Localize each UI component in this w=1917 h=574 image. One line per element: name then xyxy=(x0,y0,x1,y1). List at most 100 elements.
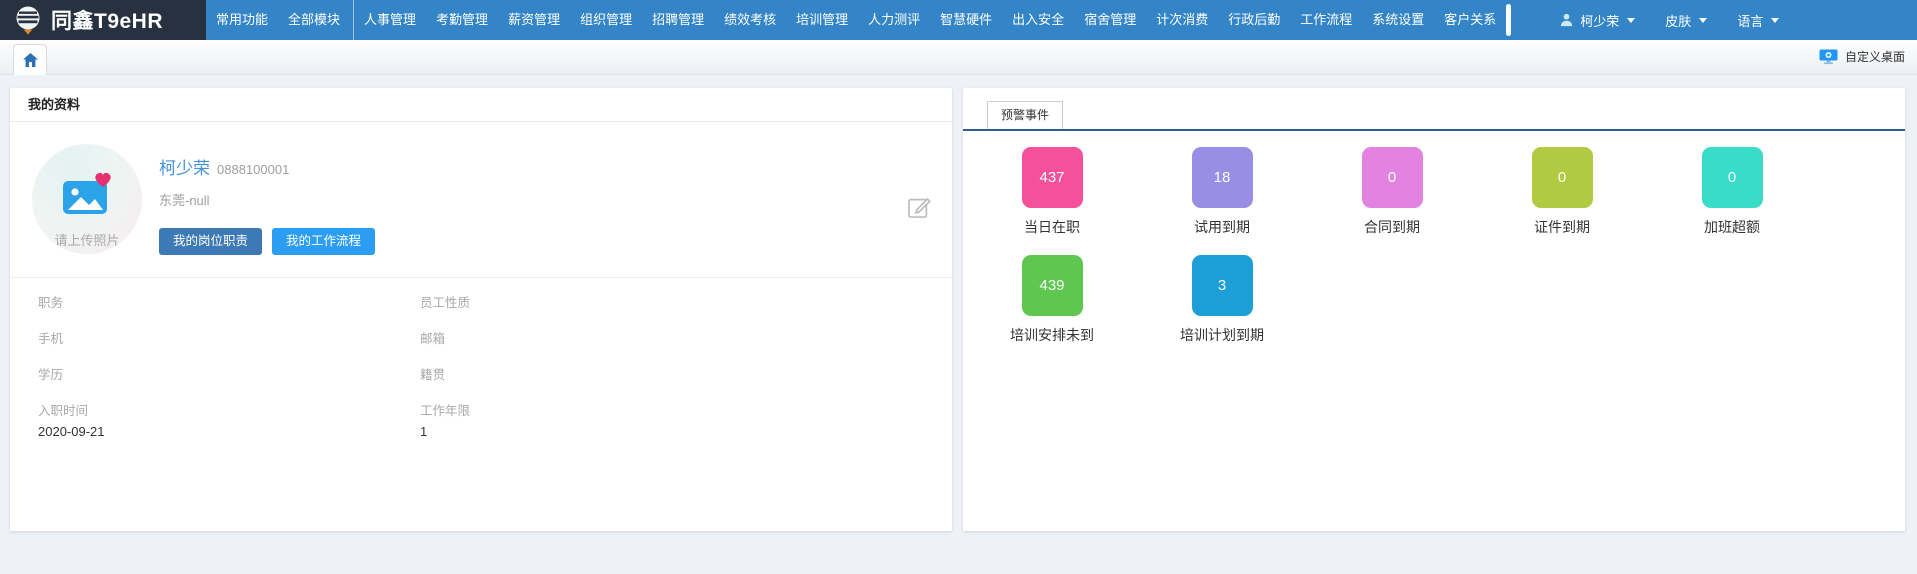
nav-right-section: 柯少荣 皮肤 语言 xyxy=(1506,0,1917,40)
profile-field: 籍贯 xyxy=(420,364,924,400)
user-menu[interactable]: 柯少荣 xyxy=(1559,11,1635,30)
field-value: 1 xyxy=(420,424,924,439)
profile-field: 手机 xyxy=(38,328,420,364)
alert-count-box[interactable]: 0 xyxy=(1362,147,1423,208)
language-menu[interactable]: 语言 xyxy=(1737,11,1779,30)
field-label: 工作年限 xyxy=(420,400,924,419)
nav-menu-item[interactable]: 培训管理 xyxy=(786,0,858,40)
employee-location: 东莞-null xyxy=(159,190,375,209)
alert-count: 0 xyxy=(1558,169,1566,186)
nav-menu-item[interactable]: 人事管理 xyxy=(353,0,426,40)
alert-tile-label: 证件到期 xyxy=(1477,217,1647,237)
nav-menu-item[interactable]: 常用功能 xyxy=(206,0,278,40)
alert-count: 18 xyxy=(1214,169,1231,186)
alert-tile-label: 当日在职 xyxy=(967,217,1137,237)
customize-desktop-label: 自定义桌面 xyxy=(1845,48,1905,65)
field-label: 籍贯 xyxy=(420,364,924,383)
alert-tile[interactable]: 437 当日在职 xyxy=(967,147,1137,255)
field-value xyxy=(420,316,924,318)
alert-count-box[interactable]: 0 xyxy=(1702,147,1763,208)
alert-tile-label: 加班超额 xyxy=(1647,217,1817,237)
desktop-monitor-icon xyxy=(1819,49,1838,65)
field-value xyxy=(420,352,924,354)
user-icon xyxy=(1559,12,1574,28)
photo-placeholder-icon xyxy=(59,171,115,217)
my-duty-button[interactable]: 我的岗位职责 xyxy=(159,228,262,255)
field-label: 职务 xyxy=(38,292,420,311)
alert-count-box[interactable]: 3 xyxy=(1192,255,1253,316)
nav-menu-item[interactable]: 计次消费 xyxy=(1146,0,1218,40)
alert-count-box[interactable]: 0 xyxy=(1532,147,1593,208)
alert-tiles-grid: 437 当日在职 18 试用到期 0 合同到期 xyxy=(963,131,1823,363)
alert-count: 0 xyxy=(1728,169,1736,186)
profile-field: 工作年限 1 xyxy=(420,400,924,439)
brand-title: 同鑫T9eHR xyxy=(51,5,163,35)
my-workflow-button[interactable]: 我的工作流程 xyxy=(272,228,375,255)
field-label: 手机 xyxy=(38,328,420,347)
skin-menu[interactable]: 皮肤 xyxy=(1665,11,1707,30)
alert-tile[interactable]: 439 培训安排未到 xyxy=(967,255,1137,363)
chevron-down-icon xyxy=(1699,18,1707,23)
alert-count-box[interactable]: 439 xyxy=(1022,255,1083,316)
alert-tile[interactable]: 0 证件到期 xyxy=(1477,147,1647,255)
customize-desktop-button[interactable]: 自定义桌面 xyxy=(1819,48,1905,65)
home-tab[interactable] xyxy=(13,44,47,75)
alert-tile-label: 试用到期 xyxy=(1137,217,1307,237)
alert-count: 0 xyxy=(1388,169,1396,186)
alert-count-box[interactable]: 18 xyxy=(1192,147,1253,208)
nav-menu-item[interactable]: 人力测评 xyxy=(858,0,930,40)
alert-tile[interactable]: 0 加班超额 xyxy=(1647,147,1817,255)
profile-field: 学历 xyxy=(38,364,420,400)
alert-count-box[interactable]: 437 xyxy=(1022,147,1083,208)
alert-tile-label: 合同到期 xyxy=(1307,217,1477,237)
nav-menu-item[interactable]: 工作流程 xyxy=(1290,0,1362,40)
alerts-card: 预警事件 437 当日在职 18 试用到期 xyxy=(963,88,1905,531)
alert-tile[interactable]: 3 培训计划到期 xyxy=(1137,255,1307,363)
nav-menu-item[interactable]: 系统设置 xyxy=(1362,0,1434,40)
alert-count: 439 xyxy=(1039,277,1064,294)
skin-label: 皮肤 xyxy=(1665,11,1691,30)
field-value: 2020-09-21 xyxy=(38,424,420,439)
nav-menu-item[interactable]: 考勤管理 xyxy=(426,0,498,40)
alert-tile[interactable]: 0 合同到期 xyxy=(1307,147,1477,255)
nav-scrollbar-thumb[interactable] xyxy=(1506,4,1511,36)
nav-menu-item[interactable]: 行政后勤 xyxy=(1218,0,1290,40)
profile-info: 柯少荣 0888100001 东莞-null 我的岗位职责 我的工作流程 xyxy=(159,144,375,255)
user-name: 柯少荣 xyxy=(1580,11,1619,30)
profile-card-title: 我的资料 xyxy=(10,88,952,122)
employee-id: 0888100001 xyxy=(217,162,289,177)
alert-count: 437 xyxy=(1039,169,1064,186)
nav-menu-item[interactable]: 绩效考核 xyxy=(714,0,786,40)
field-label: 邮箱 xyxy=(420,328,924,347)
nav-menu-item[interactable]: 薪资管理 xyxy=(498,0,570,40)
profile-field: 员工性质 xyxy=(420,292,924,328)
nav-menu-item[interactable]: 全部模块 xyxy=(278,0,350,40)
field-value xyxy=(38,388,420,390)
nav-menu-item[interactable]: 组织管理 xyxy=(570,0,642,40)
nav-menu-item[interactable]: 出入安全 xyxy=(1002,0,1074,40)
profile-summary-row: 请上传照片 柯少荣 0888100001 东莞-null 我的岗位职责 我的工作… xyxy=(10,122,952,255)
nav-menu-item[interactable]: 宿舍管理 xyxy=(1074,0,1146,40)
nav-menu-item[interactable]: 招聘管理 xyxy=(642,0,714,40)
alert-tile[interactable]: 18 试用到期 xyxy=(1137,147,1307,255)
field-label: 学历 xyxy=(38,364,420,383)
profile-field: 入职时间 2020-09-21 xyxy=(38,400,420,439)
field-value xyxy=(38,352,420,354)
field-value xyxy=(38,316,420,318)
edit-profile-icon[interactable] xyxy=(905,194,932,226)
chevron-down-icon xyxy=(1627,18,1635,23)
field-label: 员工性质 xyxy=(420,292,924,311)
brand-logo[interactable]: 同鑫T9eHR xyxy=(0,0,206,40)
tab-strip-bar: 自定义桌面 xyxy=(0,40,1917,75)
alert-count: 3 xyxy=(1218,277,1226,294)
nav-menu-item[interactable]: 客户关系 xyxy=(1434,0,1506,40)
chevron-down-icon xyxy=(1771,18,1779,23)
tab-warning-events[interactable]: 预警事件 xyxy=(987,101,1063,129)
field-label: 入职时间 xyxy=(38,400,420,419)
main-content: 我的资料 请上传照片 柯少荣 0888100001 xyxy=(0,75,1917,531)
profile-field: 邮箱 xyxy=(420,328,924,364)
avatar-upload[interactable]: 请上传照片 xyxy=(32,144,142,254)
main-nav-menu: 常用功能 全部模块 人事管理 考勤管理 薪资管理 组织管理 招聘管理 绩效考核 … xyxy=(206,0,1506,40)
nav-menu-item[interactable]: 智慧硬件 xyxy=(930,0,1002,40)
profile-fields-grid: 职务 员工性质 手机 邮箱 学历 xyxy=(10,278,952,439)
